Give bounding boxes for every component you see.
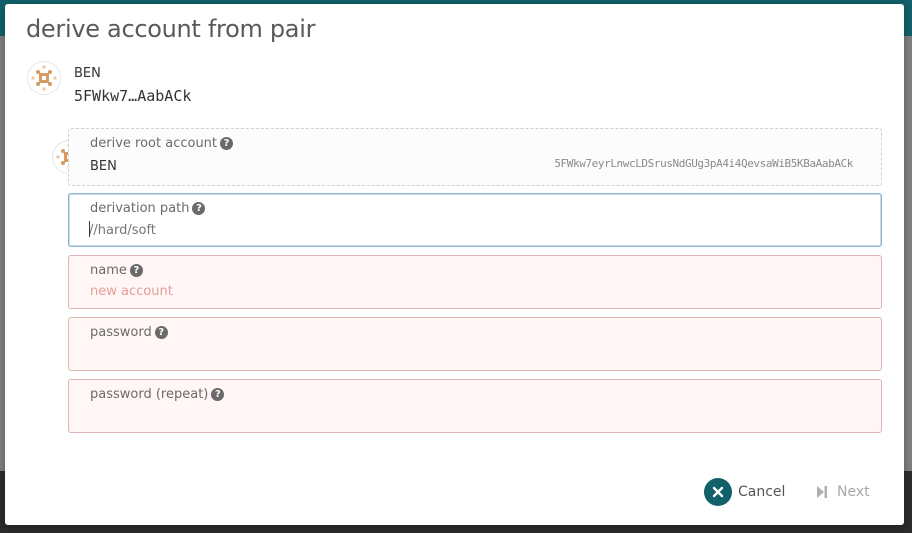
cancel-button[interactable]: Cancel <box>704 478 785 506</box>
password-label: password? <box>90 325 168 340</box>
help-icon[interactable]: ? <box>154 326 168 339</box>
root-account-field: derive root account? BEN 5FWkw7eyrLnwcLD… <box>68 128 882 186</box>
close-icon <box>704 478 732 506</box>
root-account-address: 5FWkw7eyrLnwcLDSrusNdGUg3pA4i4QevsaWiB5K… <box>554 157 853 170</box>
cancel-label: Cancel <box>738 484 786 500</box>
modal-title: derive account from pair <box>26 15 316 43</box>
name-input[interactable]: new account <box>90 284 173 299</box>
derivation-path-label: derivation path? <box>90 201 206 216</box>
derivation-path-input[interactable] <box>89 220 869 240</box>
name-field: name? new account <box>68 255 882 309</box>
account-identicon[interactable] <box>27 61 61 95</box>
identicon-icon <box>31 65 57 91</box>
derive-account-modal: derive account from pair BEN 5FWkw7…AabA… <box>5 4 904 525</box>
help-icon[interactable]: ? <box>129 264 143 277</box>
password-repeat-field: password (repeat)? <box>68 379 882 433</box>
derivation-path-field: derivation path? <box>68 193 882 247</box>
account-address: 5FWkw7…AabACk <box>74 87 192 105</box>
password-repeat-input[interactable] <box>89 406 869 426</box>
next-label: Next <box>837 484 870 500</box>
text-caret <box>89 221 90 237</box>
root-account-label: derive root account? <box>90 136 234 151</box>
help-icon[interactable]: ? <box>220 137 234 150</box>
password-field: password? <box>68 317 882 371</box>
name-label: name? <box>90 263 143 278</box>
account-name: BEN <box>74 66 101 81</box>
next-button[interactable]: Next <box>817 484 870 500</box>
help-icon[interactable]: ? <box>192 202 206 215</box>
password-repeat-label: password (repeat)? <box>90 387 225 402</box>
help-icon[interactable]: ? <box>211 388 225 401</box>
step-forward-icon <box>817 486 827 498</box>
password-input[interactable] <box>89 344 869 364</box>
root-account-name: BEN <box>90 159 117 174</box>
